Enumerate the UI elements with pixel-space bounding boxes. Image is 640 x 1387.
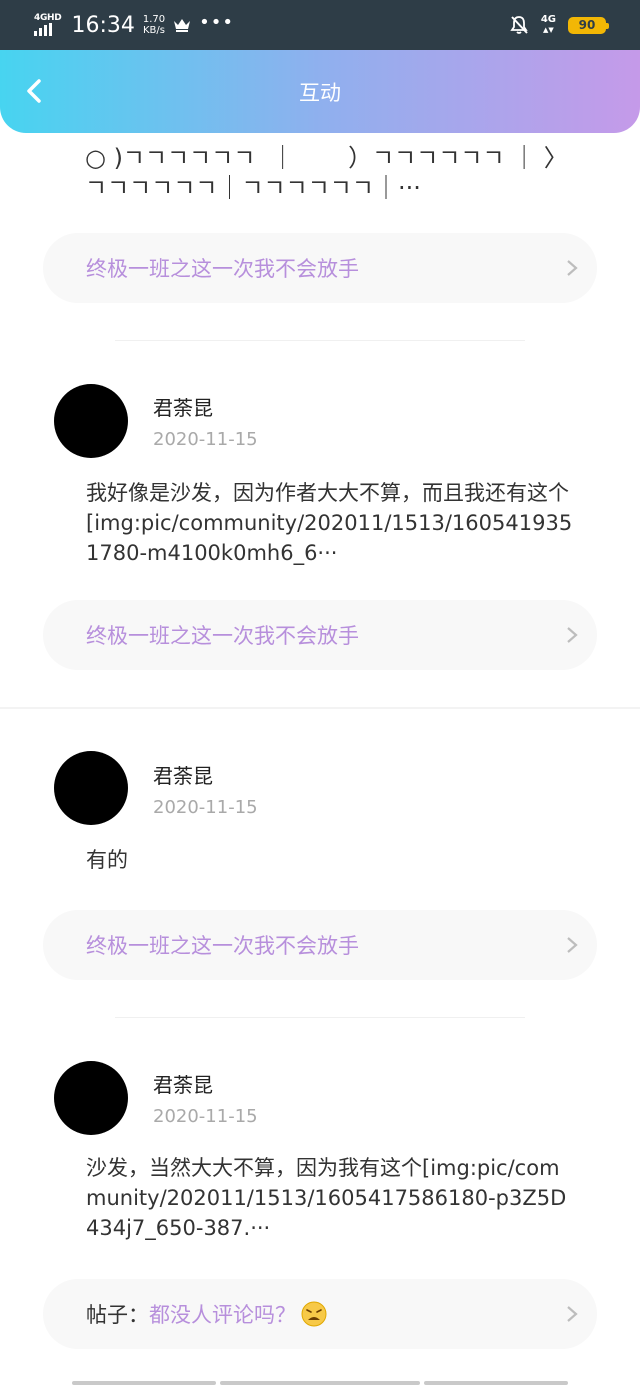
chevron-right-icon xyxy=(567,627,578,643)
source-link-title: 终极一班之这一次我不会放手 xyxy=(86,934,359,958)
clock: 16:34 xyxy=(71,12,135,38)
chevron-left-icon[interactable] xyxy=(20,76,50,106)
mobile-data-indicator: 4G ▲▼ xyxy=(540,14,556,35)
post-date: 2020-11-15 xyxy=(153,797,258,818)
user-name[interactable]: 君荼昆 xyxy=(153,760,213,789)
divider xyxy=(115,1017,525,1018)
source-link-card[interactable]: 终极一班之这一次我不会放手 xyxy=(43,910,597,980)
divider xyxy=(115,340,525,341)
tab-indicator xyxy=(424,1381,568,1385)
post-link-card[interactable]: 帖子： 都没人评论吗？ xyxy=(43,1279,597,1349)
source-link-title: 终极一班之这一次我不会放手 xyxy=(86,624,359,648)
comment-text[interactable]: 我好像是沙发，因为作者大大不算，而且我还有这个[img:pic/communit… xyxy=(86,478,576,568)
page-title: 互动 xyxy=(299,80,341,105)
comment-text[interactable]: 有的 xyxy=(86,845,576,875)
more-notifications-icon: ••• xyxy=(199,11,234,33)
source-link-card[interactable]: 终极一班之这一次我不会放手 xyxy=(43,233,597,303)
comment-text: ○ )ㄱㄱㄱㄱㄱㄱ ｜ ）ㄱㄱㄱㄱㄱㄱ ｜ 〉) ㄱㄱㄱㄱㄱㄱ｜ㄱㄱㄱㄱㄱㄱ｜·… xyxy=(85,144,555,202)
user-name[interactable]: 君荼昆 xyxy=(153,1069,213,1098)
status-bar: 4GHD 16:34 1.70 KB/s ••• 4G ▲▼ 90 xyxy=(0,0,640,50)
comment-text[interactable]: 沙发，当然大大不算，因为我有这个[img:pic/community/20201… xyxy=(86,1153,576,1243)
network-type: 4GHD xyxy=(34,13,62,23)
post-link-title: 都没人评论吗？ xyxy=(149,1303,296,1327)
avatar[interactable] xyxy=(54,751,128,825)
post-link-prefix: 帖子： xyxy=(86,1303,149,1327)
tab-indicator xyxy=(220,1381,420,1385)
avatar[interactable] xyxy=(54,384,128,458)
post-date: 2020-11-15 xyxy=(153,1106,258,1127)
signal-icon: 4GHD xyxy=(34,13,62,36)
mobile-data-label: 4G xyxy=(540,14,556,25)
speed-unit: KB/s xyxy=(142,25,165,36)
tab-indicator xyxy=(72,1381,216,1385)
divider xyxy=(0,707,640,709)
battery-icon: 90 xyxy=(568,16,609,34)
bell-muted-icon xyxy=(510,16,528,34)
network-speed: 1.70 KB/s xyxy=(143,14,165,36)
user-name[interactable]: 君荼昆 xyxy=(153,392,213,421)
post-date: 2020-11-15 xyxy=(153,429,258,450)
chevron-right-icon xyxy=(567,1306,578,1322)
avatar[interactable] xyxy=(54,1061,128,1135)
app-header: 互动 xyxy=(0,50,640,133)
chevron-right-icon xyxy=(567,937,578,953)
chevron-right-icon xyxy=(567,260,578,276)
source-link-title: 终极一班之这一次我不会放手 xyxy=(86,257,359,281)
battery-level: 90 xyxy=(578,18,596,32)
source-link-card[interactable]: 终极一班之这一次我不会放手 xyxy=(43,600,597,670)
crown-icon xyxy=(174,19,191,32)
speed-value: 1.70 xyxy=(142,14,166,25)
weary-face-icon xyxy=(301,1301,327,1327)
